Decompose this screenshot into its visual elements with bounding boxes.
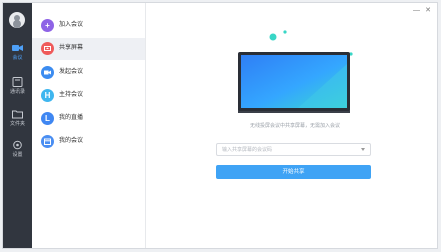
chevron-down-icon[interactable]: [361, 148, 365, 151]
left-rail: 会议 通讯录 文件夹 设置: [3, 3, 32, 248]
minimize-icon[interactable]: —: [413, 7, 420, 15]
start-sharing-button[interactable]: 开始共享: [216, 165, 371, 179]
menu-item-join-meeting[interactable]: + 加入会议: [32, 15, 145, 37]
host-icon: H: [41, 89, 54, 102]
share-screen-icon: [41, 42, 54, 55]
plus-icon: +: [41, 19, 54, 32]
menu-item-my-live[interactable]: L 我的直播: [32, 108, 145, 130]
rail-item-settings[interactable]: 设置: [3, 140, 32, 170]
live-icon: L: [41, 112, 54, 125]
select-placeholder: 输入共享屏幕的会议码: [222, 147, 273, 153]
menu-item-host-meeting[interactable]: H 主持会议: [32, 85, 145, 107]
rail-item-folder[interactable]: 文件夹: [3, 109, 32, 139]
menu-item-label: 加入会议: [59, 22, 84, 28]
menu-item-label: 我的直播: [59, 115, 84, 121]
rail-item-label: 文件夹: [9, 121, 25, 127]
rail-item-label: 设置: [12, 152, 23, 158]
share-hint-text: 无线投屏会议中共享屏幕，无需加入会议: [249, 123, 340, 129]
monitor-illustration: [238, 30, 353, 113]
share-screen-panel: — ✕ 无线投屏会议中共享屏幕，无需加入会议 输入共享屏幕的会议码 开始共享: [146, 3, 437, 248]
menu-item-label: 发起会议: [59, 69, 84, 75]
close-icon[interactable]: ✕: [425, 7, 431, 15]
rail-item-meeting[interactable]: 会议: [3, 43, 32, 73]
contacts-icon: [12, 77, 23, 87]
calendar-icon: [41, 135, 54, 148]
menu-item-start-meeting[interactable]: 发起会议: [32, 62, 145, 84]
menu-item-label: 主持会议: [59, 92, 84, 98]
meeting-menu: + 加入会议 共享屏幕 发起会议 H 主持会议 L 我的直播 我的会议: [32, 3, 146, 248]
avatar[interactable]: [9, 12, 25, 28]
app-window: 会议 通讯录 文件夹 设置 + 加入会议 共享屏幕 发起会议 H 主持会议 L …: [2, 2, 438, 249]
folder-icon: [12, 110, 23, 119]
rail-item-label: 会议: [12, 55, 23, 61]
meeting-code-select[interactable]: 输入共享屏幕的会议码: [216, 143, 371, 156]
video-icon: [41, 66, 54, 79]
gear-icon: [13, 140, 22, 150]
rail-item-contacts[interactable]: 通讯录: [3, 77, 32, 107]
rail-item-label: 通讯录: [9, 89, 25, 95]
menu-item-label: 共享屏幕: [59, 45, 84, 51]
menu-item-my-meetings[interactable]: 我的会议: [32, 131, 145, 153]
video-camera-icon: [12, 45, 23, 51]
menu-item-share-screen[interactable]: 共享屏幕: [32, 38, 145, 60]
menu-item-label: 我的会议: [59, 138, 84, 144]
